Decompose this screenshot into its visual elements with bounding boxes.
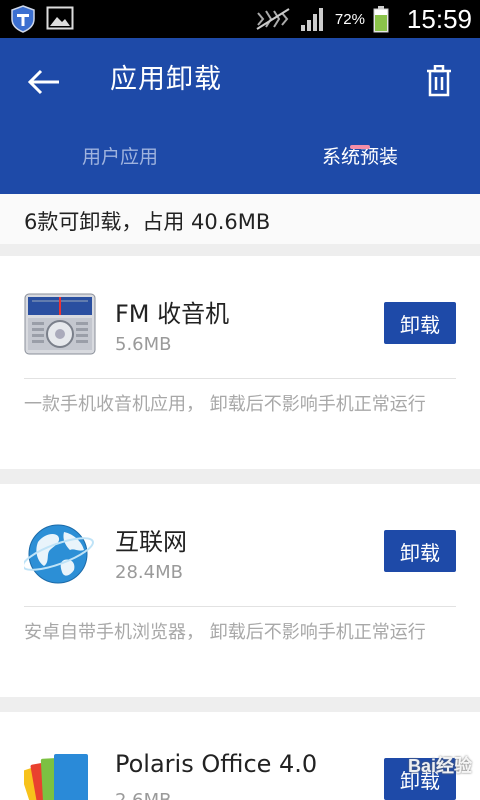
app-name: 互联网 — [115, 528, 187, 556]
radio-icon — [24, 293, 96, 355]
app-description: 一款手机收音机应用， 卸载后不影响手机正常运行 — [24, 394, 426, 415]
tab-user-apps[interactable]: 用户应用 — [0, 134, 240, 194]
status-bar: 72% 15:59 — [0, 0, 480, 38]
summary-bar: 6款可卸载，占用 40.6MB — [0, 194, 480, 244]
globe-icon — [24, 524, 94, 584]
app-header: 应用卸载 用户应用 系统预装 — [0, 38, 480, 194]
office-icon — [24, 754, 88, 800]
uninstall-button[interactable]: 卸载 — [384, 302, 456, 344]
divider — [24, 378, 456, 379]
clock: 15:59 — [406, 3, 472, 34]
app-size: 28.4MB — [115, 562, 183, 583]
signal-icon — [300, 8, 323, 31]
app-name: FM 收音机 — [115, 300, 230, 328]
tab-system-apps[interactable]: 系统预装 — [240, 134, 480, 194]
notification-icons — [10, 5, 74, 33]
shield-icon — [11, 5, 35, 33]
tab-bar: 用户应用 系统预装 — [0, 134, 480, 194]
gallery-icon — [46, 6, 74, 30]
app-name: Polaris Office 4.0 — [115, 750, 318, 778]
page-title: 应用卸载 — [110, 64, 222, 95]
summary-text: 6款可卸载，占用 40.6MB — [24, 210, 271, 234]
trash-icon — [427, 65, 451, 97]
battery-percent: 72% — [334, 10, 365, 28]
uninstall-button[interactable]: 卸载 — [384, 530, 456, 572]
system-icons: 72% 15:59 — [255, 0, 472, 38]
mute-icon — [256, 8, 290, 30]
watermark: Bai经验 — [407, 756, 472, 776]
arrow-left-icon — [27, 69, 59, 95]
back-button[interactable] — [22, 60, 66, 104]
app-card: FM 收音机 5.6MB 卸载 一款手机收音机应用， 卸载后不影响手机正常运行 — [0, 256, 480, 469]
app-description: 安卓自带手机浏览器， 卸载后不影响手机正常运行 — [24, 622, 426, 643]
app-size: 5.6MB — [115, 334, 172, 355]
app-card: 互联网 28.4MB 卸载 安卓自带手机浏览器， 卸载后不影响手机正常运行 — [0, 484, 480, 697]
tab-indicator — [350, 145, 370, 149]
delete-button[interactable] — [422, 62, 456, 100]
divider — [24, 606, 456, 607]
battery-icon — [373, 6, 389, 33]
app-size: 2.6MB — [115, 790, 172, 800]
